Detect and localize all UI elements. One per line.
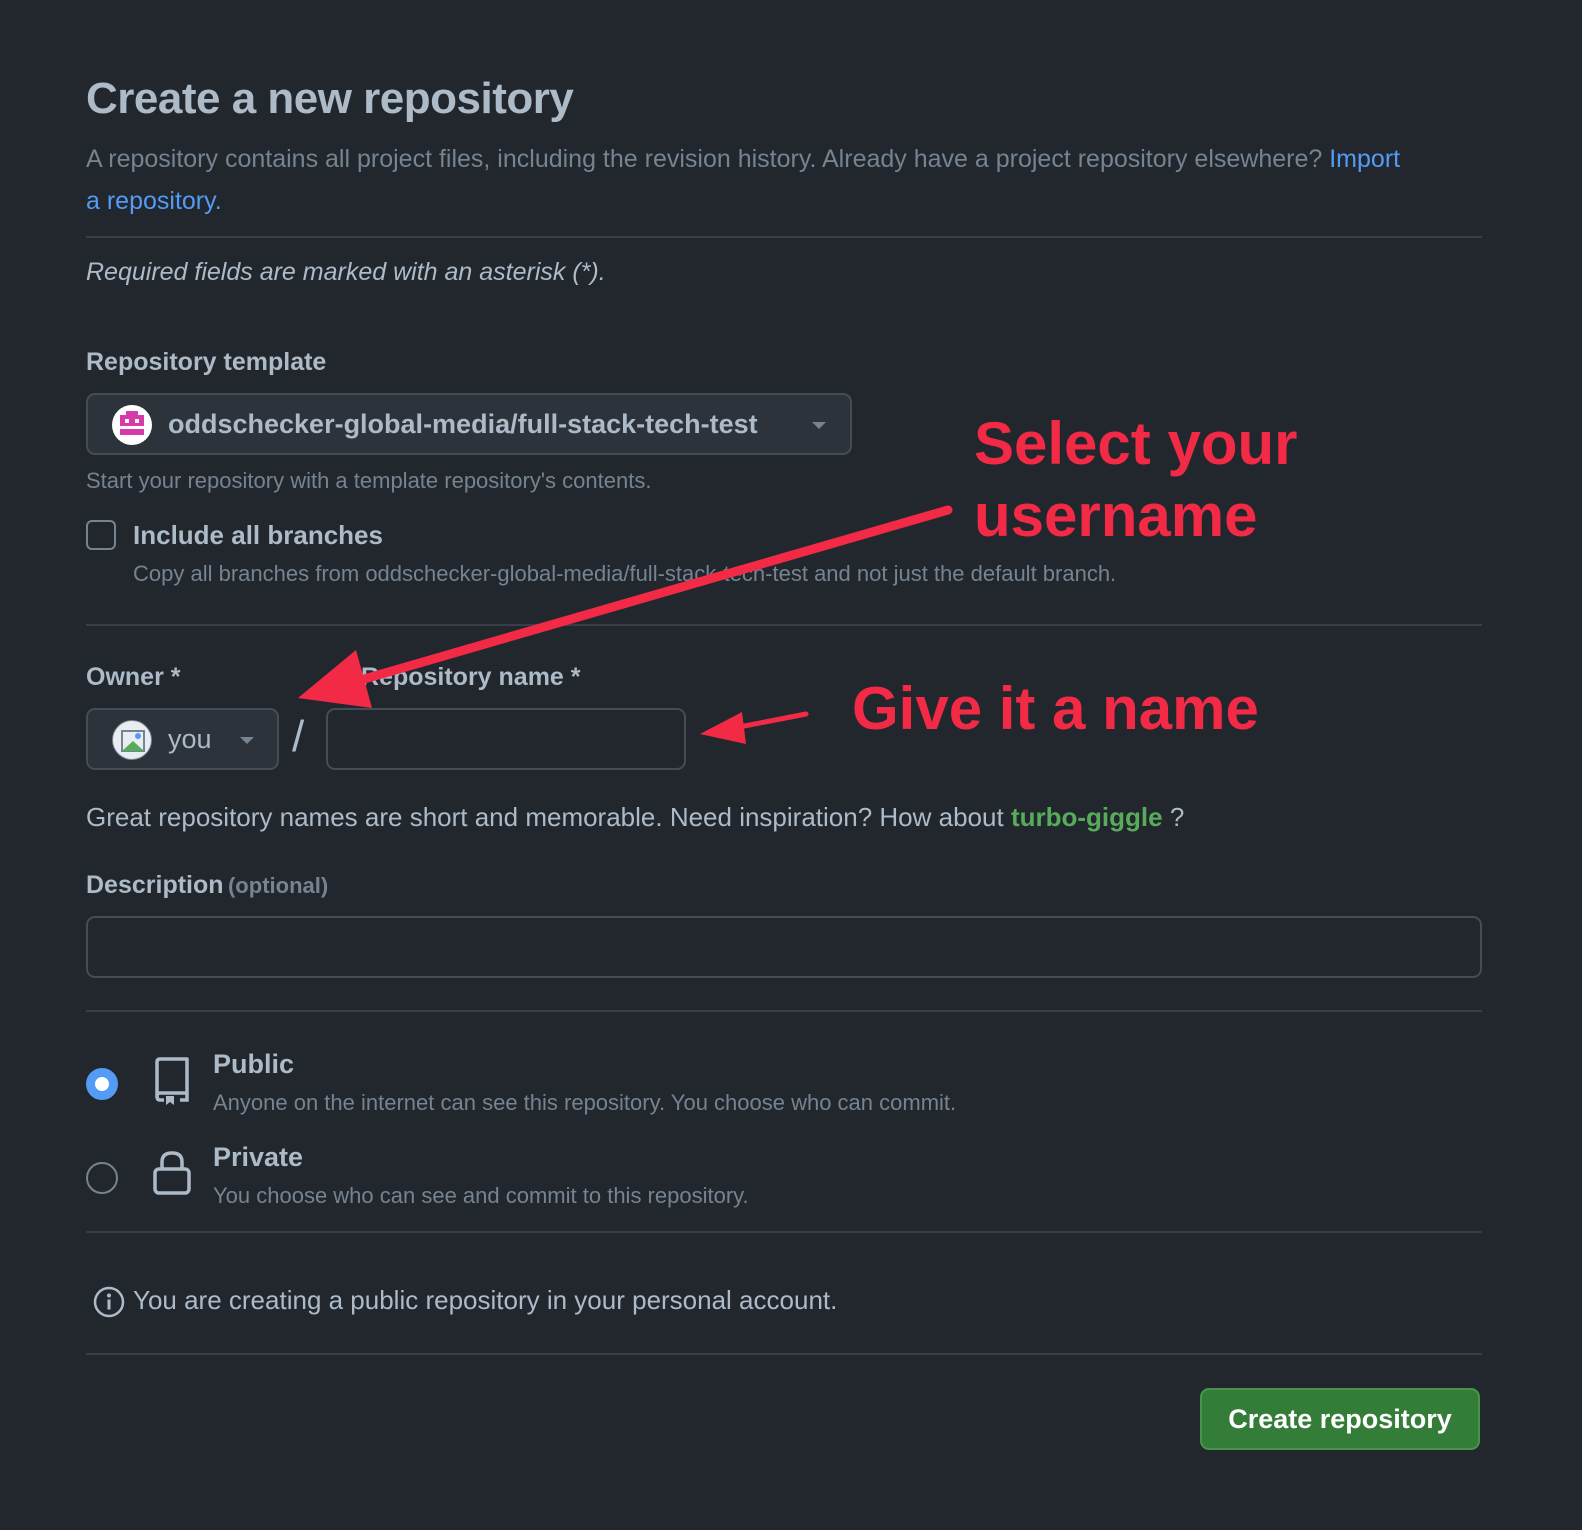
include-all-branches-checkbox[interactable] [86,520,116,550]
info-note: You are creating a public repository in … [133,1285,838,1315]
description-optional: (optional) [227,873,329,898]
info-icon [93,1286,125,1323]
required-fields-note: Required fields are marked with an aster… [86,258,606,286]
repository-name-label: Repository name * [361,663,581,691]
divider [86,1231,1482,1233]
name-hint-suffix: ? [1169,802,1185,832]
template-selected-value: oddschecker-global-media/full-stack-tech… [168,409,758,439]
divider [86,624,1482,626]
name-hint: Great repository names are short and mem… [86,802,1184,833]
repo-icon [150,1056,194,1111]
private-description: You choose who can see and commit to thi… [213,1183,749,1208]
owner-select[interactable]: you [86,708,279,770]
owner-avatar [112,720,152,760]
include-all-branches-label[interactable]: Include all branches [133,520,383,551]
intro-text: A repository contains all project files,… [86,138,1406,222]
divider [86,1010,1482,1012]
template-label: Repository template [86,348,327,376]
public-label[interactable]: Public [213,1049,294,1080]
include-all-branches-help: Copy all branches from oddschecker-globa… [133,561,1117,586]
owner-label: Owner * [86,663,181,691]
intro-description: A repository contains all project files,… [86,145,1323,173]
annotation-line: username [974,482,1258,549]
description-label-group: Description (optional) [86,871,328,900]
owner-value: you [168,724,212,754]
name-hint-text: Great repository names are short and mem… [86,802,1004,832]
divider [86,236,1482,238]
template-org-avatar [112,405,152,445]
private-label[interactable]: Private [213,1142,303,1173]
template-help-text: Start your repository with a template re… [86,468,652,493]
lock-icon [152,1150,192,1201]
public-radio[interactable] [86,1068,118,1100]
chevron-down-icon [812,422,826,429]
private-radio[interactable] [86,1162,118,1194]
owner-repo-separator: / [292,712,305,761]
repository-name-input[interactable] [326,708,686,770]
divider [86,1353,1482,1355]
annotation-select-username: Select your username [974,408,1297,552]
annotation-give-name: Give it a name [852,675,1259,742]
template-select[interactable]: oddschecker-global-media/full-stack-tech… [86,393,852,455]
annotation-line: Select your [974,410,1298,477]
name-suggestion-link[interactable]: turbo-giggle [1011,802,1163,832]
public-description: Anyone on the internet can see this repo… [213,1090,957,1115]
description-label: Description [86,871,224,899]
page-title: Create a new repository [86,74,574,123]
chevron-down-icon [240,737,254,744]
description-input[interactable] [86,916,1482,978]
create-repository-button[interactable]: Create repository [1200,1388,1480,1450]
arrow-to-repo-name [700,711,809,744]
